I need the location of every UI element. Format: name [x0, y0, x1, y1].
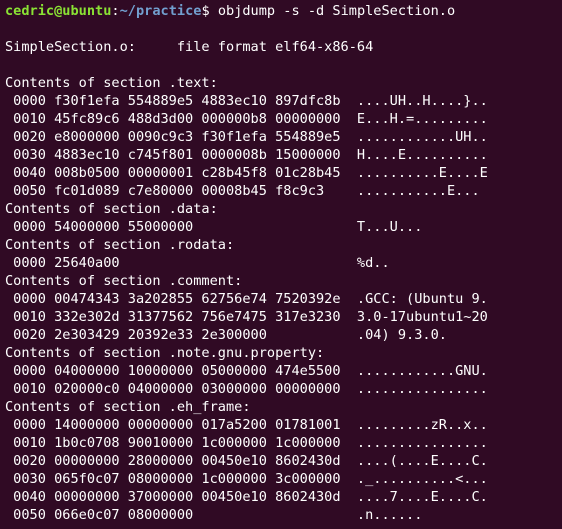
command-text: objdump -s -d SimpleSection.o	[217, 3, 456, 19]
output-line: 0030 065f0c07 08000000 1c000000 3c000000…	[5, 471, 488, 487]
output-line: Contents of section .note.gnu.property:	[5, 345, 325, 361]
terminal-output: SimpleSection.o: file format elf64-x86-6…	[5, 20, 562, 524]
output-line: 0020 e8000000 0090c9c3 f30f1efa 554889e5…	[5, 129, 488, 145]
prompt-symbol: $	[201, 3, 218, 19]
output-line: 0010 332e302d 31377562 756e7475 317e3230…	[5, 309, 488, 325]
output-line: 0020 2e303429 20392e33 2e300000 .04) 9.3…	[5, 327, 447, 343]
output-line: 0040 00000000 37000000 00450e10 8602430d…	[5, 489, 488, 505]
output-line: 0050 066e0c07 08000000 .n......	[5, 507, 423, 523]
output-line: Contents of section .comment:	[5, 273, 243, 289]
output-line: 0000 04000000 10000000 05000000 474e5500…	[5, 363, 488, 379]
output-line: Contents of section .eh_frame:	[5, 399, 251, 415]
output-line: 0000 14000000 00000000 017a5200 01781001…	[5, 417, 488, 433]
prompt-path: ~/practice	[119, 3, 202, 19]
output-line: 0030 4883ec10 c745f801 0000008b 15000000…	[5, 147, 488, 163]
output-line: Contents of section .rodata:	[5, 237, 235, 253]
output-line: Contents of section .text:	[5, 75, 218, 91]
output-line: 0000 25640a00 %d..	[5, 255, 390, 271]
prompt-user-host: cedric@ubuntu	[5, 3, 112, 19]
prompt-separator: :	[111, 3, 120, 19]
prompt-line: cedric@ubuntu:~/practice$ objdump -s -d …	[5, 2, 562, 20]
output-line: 0040 008b0500 00000001 c28b45f8 01c28b45…	[5, 165, 488, 181]
output-line: 0000 f30f1efa 554889e5 4883ec10 897dfc8b…	[5, 93, 488, 109]
output-line: 0020 00000000 28000000 00450e10 8602430d…	[5, 453, 488, 469]
output-line: 0050 fc01d089 c7e80000 00008b45 f8c9c3 .…	[5, 183, 480, 199]
output-line: Contents of section .data:	[5, 201, 218, 217]
output-line: SimpleSection.o: file format elf64-x86-6…	[5, 39, 374, 55]
output-line: 0010 45fc89c6 488d3d00 000000b8 00000000…	[5, 111, 488, 127]
output-line: 0010 020000c0 04000000 03000000 00000000…	[5, 381, 488, 397]
terminal-window[interactable]: cedric@ubuntu:~/practice$ objdump -s -d …	[0, 0, 562, 529]
output-line: 0000 00474343 3a202855 62756e74 7520392e…	[5, 291, 488, 307]
output-line: 0000 54000000 55000000 T...U...	[5, 219, 423, 235]
output-line: 0010 1b0c0708 90010000 1c000000 1c000000…	[5, 435, 488, 451]
